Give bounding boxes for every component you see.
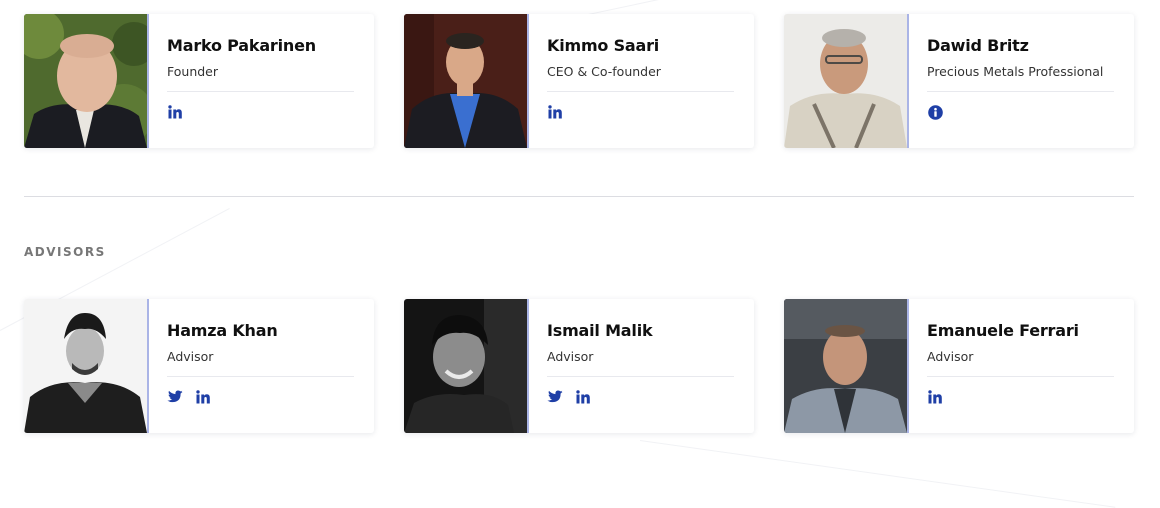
- member-photo: [784, 14, 909, 148]
- team-card: Kimmo Saari CEO & Co-founder: [404, 14, 754, 148]
- member-role: Advisor: [167, 349, 354, 377]
- background-decoration: [639, 440, 1116, 508]
- advisor-card: Emanuele Ferrari Advisor: [784, 299, 1134, 433]
- member-photo: [404, 299, 529, 433]
- member-name: Dawid Britz: [927, 36, 1029, 55]
- linkedin-icon[interactable]: [195, 389, 211, 405]
- member-role: Precious Metals Professional: [927, 64, 1114, 92]
- member-name: Marko Pakarinen: [167, 36, 316, 55]
- member-role: Advisor: [547, 349, 734, 377]
- twitter-icon[interactable]: [167, 389, 183, 405]
- team-card: Marko Pakarinen Founder: [24, 14, 374, 148]
- member-name: Kimmo Saari: [547, 36, 660, 55]
- team-card: Dawid Britz Precious Metals Professional: [784, 14, 1134, 148]
- linkedin-icon[interactable]: [927, 389, 943, 405]
- member-photo: [784, 299, 909, 433]
- linkedin-icon[interactable]: [547, 104, 563, 120]
- member-name: Emanuele Ferrari: [927, 321, 1079, 340]
- advisor-card: Ismail Malik Advisor: [404, 299, 754, 433]
- member-name: Ismail Malik: [547, 321, 653, 340]
- twitter-icon[interactable]: [547, 389, 563, 405]
- section-title-advisors: ADVISORS: [24, 245, 106, 259]
- member-photo: [24, 14, 149, 148]
- linkedin-icon[interactable]: [575, 389, 591, 405]
- section-divider: [24, 196, 1134, 197]
- member-role: Advisor: [927, 349, 1114, 377]
- member-role: Founder: [167, 64, 354, 92]
- member-role: CEO & Co-founder: [547, 64, 734, 92]
- member-name: Hamza Khan: [167, 321, 278, 340]
- advisor-card: Hamza Khan Advisor: [24, 299, 374, 433]
- linkedin-icon[interactable]: [167, 104, 183, 120]
- member-photo: [24, 299, 149, 433]
- member-photo: [404, 14, 529, 148]
- info-icon[interactable]: [927, 104, 943, 120]
